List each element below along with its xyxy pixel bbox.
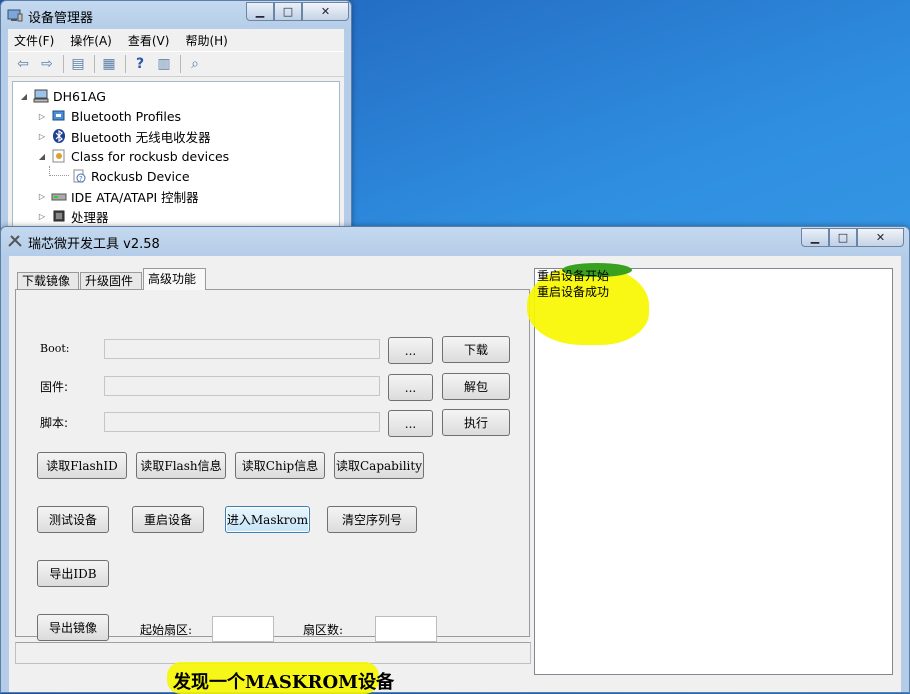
expand-icon[interactable]: ▷ (37, 112, 47, 121)
maximize-button[interactable]: □ (829, 228, 857, 247)
unpack-button[interactable]: 解包 (442, 373, 510, 400)
device-tree: ◢ DH61AG ▷ Bluetooth Profiles ▷ Bluetoot… (12, 81, 340, 239)
export-idb-button[interactable]: 导出IDB (37, 560, 109, 587)
tree-item-label: Rockusb Device (91, 168, 190, 184)
tree-item[interactable]: ▷ Bluetooth 无线电收发器 (37, 126, 211, 146)
properties-icon[interactable]: ▦ (98, 54, 120, 74)
collapse-icon[interactable]: ◢ (19, 92, 29, 101)
maximize-icon: □ (837, 231, 849, 244)
menu-help[interactable]: 帮助(H) (185, 32, 227, 49)
bluetooth-profiles-icon (52, 110, 65, 121)
tree-item[interactable]: ▷ Bluetooth Profiles (37, 106, 181, 126)
tab-advanced[interactable]: 高级功能 (143, 268, 206, 290)
forward-icon[interactable]: ⇨ (36, 54, 58, 74)
processor-icon (53, 210, 65, 222)
close-icon: ✕ (875, 231, 886, 244)
script-label: 脚本: (40, 416, 69, 430)
menu-action[interactable]: 操作(A) (70, 32, 112, 49)
tree-root[interactable]: ◢ DH61AG (19, 86, 106, 106)
status-bar (15, 642, 531, 664)
close-button[interactable]: ✕ (302, 2, 349, 21)
advanced-panel: Boot: ... 下载 固件: ... 解包 脚本: ... 执行 读取Fla… (15, 289, 530, 642)
menu-view[interactable]: 查看(V) (128, 32, 170, 49)
usb-class-icon (52, 149, 65, 163)
boot-label: Boot: (40, 342, 70, 355)
minimize-button[interactable]: ▁ (801, 228, 829, 247)
unknown-device-icon: ? (73, 169, 86, 183)
toolbar: ⇦ ⇨ ▤ ▦ ? ▥ ⌕ (8, 51, 344, 77)
app-icon (8, 235, 22, 247)
read-flash-info-button[interactable]: 读取Flash信息 (136, 452, 226, 479)
rk-title: 瑞芯微开发工具 v2.58 (28, 237, 160, 252)
expand-icon[interactable]: ▷ (37, 212, 47, 221)
device-manager-window: 设备管理器 ▁ □ ✕ 文件(F) 操作(A) 查看(V) 帮助(H) ⇦ ⇨ … (0, 0, 352, 240)
close-button[interactable]: ✕ (857, 228, 904, 247)
view-icon[interactable]: ▥ (153, 54, 175, 74)
read-chip-info-button[interactable]: 读取Chip信息 (235, 452, 325, 479)
firmware-path-field[interactable] (104, 376, 380, 396)
log-line: 重启设备开始 (537, 269, 610, 283)
script-path-field[interactable] (104, 412, 380, 432)
script-browse-button[interactable]: ... (388, 410, 433, 437)
firmware-label: 固件: (40, 380, 69, 394)
tree-item-label: IDE ATA/ATAPI 控制器 (71, 189, 199, 205)
read-capability-button[interactable]: 读取Capability (334, 452, 424, 479)
tree-item[interactable]: ◢ Class for rockusb devices (37, 146, 229, 166)
rk-client-area: 下载镜像 升级固件 高级功能 Boot: ... 下载 固件: ... 解包 脚… (9, 256, 901, 694)
boot-browse-button[interactable]: ... (388, 337, 433, 364)
maximize-icon: □ (282, 5, 294, 18)
tree-item-label: Class for rockusb devices (71, 148, 230, 164)
ide-controller-icon (51, 193, 67, 201)
read-flash-id-button[interactable]: 读取FlashID (37, 452, 127, 479)
expand-icon[interactable]: ▷ (37, 192, 47, 201)
computer-icon (33, 89, 49, 103)
tree-item[interactable]: ▷ IDE ATA/ATAPI 控制器 (37, 186, 199, 206)
svg-text:?: ? (79, 175, 83, 183)
export-image-button[interactable]: 导出镜像 (37, 614, 109, 641)
tree-item-label: Bluetooth 无线电收发器 (71, 129, 211, 145)
back-icon[interactable]: ⇦ (12, 54, 34, 74)
firmware-browse-button[interactable]: ... (388, 374, 433, 401)
sector-count-input[interactable] (375, 616, 437, 642)
download-button[interactable]: 下载 (442, 336, 510, 363)
device-manager-titlebar[interactable]: 设备管理器 ▁ □ ✕ (1, 1, 351, 29)
reboot-device-button[interactable]: 重启设备 (132, 506, 204, 533)
tree-root-label: DH61AG (53, 88, 106, 104)
test-device-button[interactable]: 测试设备 (37, 506, 109, 533)
log-lines: 重启设备开始 重启设备成功 (537, 268, 609, 300)
device-manager-title: 设备管理器 (28, 11, 94, 26)
minimize-button[interactable]: ▁ (246, 2, 274, 21)
console-tree-icon[interactable]: ▤ (67, 54, 89, 74)
execute-button[interactable]: 执行 (442, 409, 510, 436)
minimize-icon: ▁ (255, 5, 265, 18)
expand-icon[interactable]: ▷ (37, 132, 47, 141)
status-text: 发现一个MASKROM设备 (173, 672, 395, 693)
log-line: 重启设备成功 (537, 285, 610, 299)
scan-hardware-icon[interactable]: ⌕ (184, 54, 206, 74)
maximize-button[interactable]: □ (274, 2, 302, 21)
start-sector-label: 起始扇区: (140, 623, 193, 637)
device-manager-icon (7, 9, 23, 22)
clear-serial-button[interactable]: 清空序列号 (327, 506, 417, 533)
rk-dev-tool-window: 瑞芯微开发工具 v2.58 ▁ □ ✕ 下载镜像 升级固件 高级功能 Boot:… (0, 226, 910, 694)
tree-item-rockusb-device[interactable]: ? Rockusb Device (71, 166, 190, 186)
enter-maskrom-button[interactable]: 进入Maskrom (225, 506, 310, 533)
sector-count-label: 扇区数: (303, 623, 344, 637)
bluetooth-icon (53, 129, 65, 143)
boot-path-field[interactable] (104, 339, 380, 359)
help-icon[interactable]: ? (129, 54, 151, 74)
menu-bar: 文件(F) 操作(A) 查看(V) 帮助(H) (8, 29, 344, 51)
close-icon: ✕ (320, 5, 331, 18)
rk-titlebar[interactable]: 瑞芯微开发工具 v2.58 ▁ □ ✕ (1, 227, 909, 255)
tab-download-image[interactable]: 下载镜像 (17, 272, 79, 290)
tree-item[interactable]: ▷ 处理器 (37, 206, 109, 226)
start-sector-input[interactable] (212, 616, 274, 642)
minimize-icon: ▁ (810, 231, 820, 244)
collapse-icon[interactable]: ◢ (37, 152, 47, 161)
tree-item-label: Bluetooth Profiles (71, 108, 182, 124)
tree-item-label: 处理器 (71, 209, 109, 225)
tab-upgrade-firmware[interactable]: 升级固件 (80, 272, 142, 290)
menu-file[interactable]: 文件(F) (14, 32, 54, 49)
